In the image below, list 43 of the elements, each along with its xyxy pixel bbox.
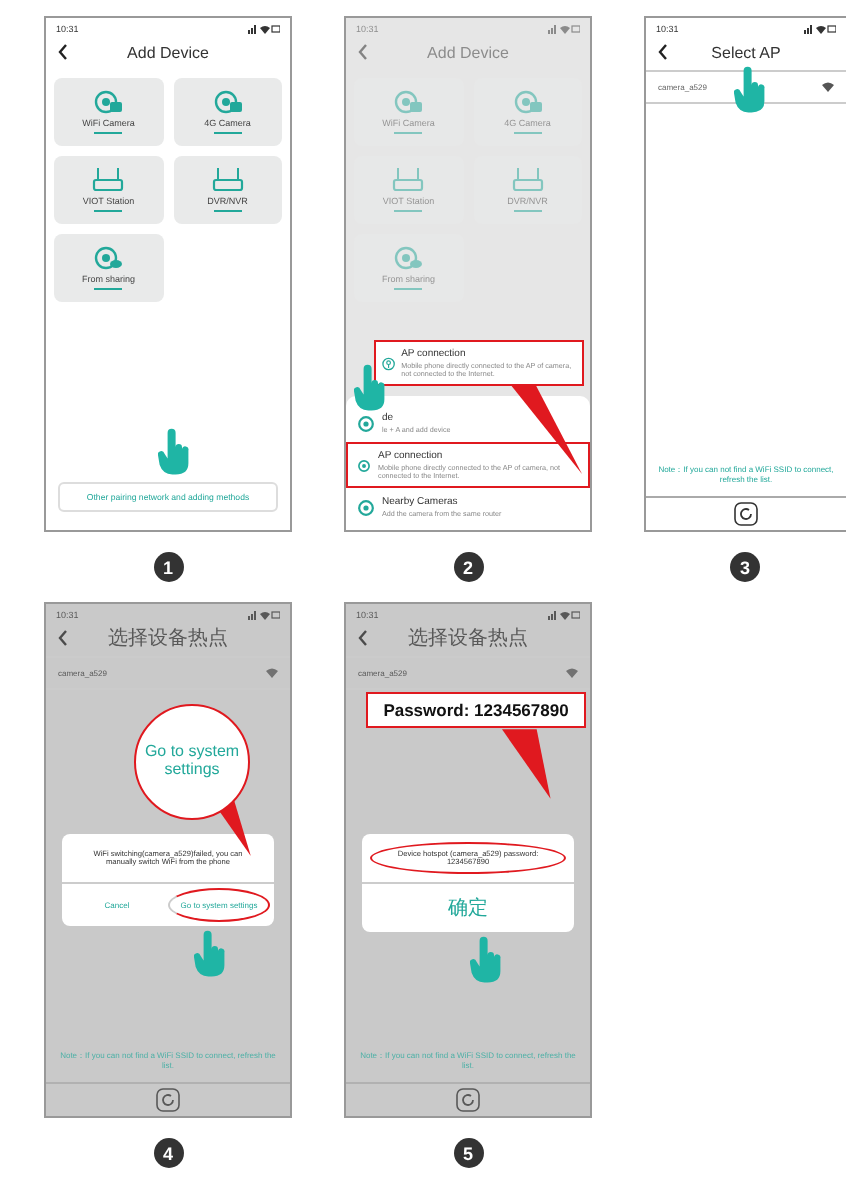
- back-icon[interactable]: [58, 44, 68, 60]
- step-number: 5: [453, 1138, 483, 1168]
- pointing-hand-icon: [158, 428, 190, 476]
- screen-title: 选择设备热点: [408, 625, 528, 652]
- camera-icon: [213, 90, 242, 114]
- router-icon: [392, 168, 425, 192]
- pointing-hand-icon: [470, 936, 502, 984]
- camera-icon: [94, 90, 123, 114]
- status-icons: [248, 24, 280, 34]
- screen-title: 选择设备热点: [108, 625, 228, 652]
- status-icons: [804, 24, 836, 34]
- screen-title: Add Device: [427, 43, 509, 61]
- pointing-hand-icon: [734, 66, 766, 114]
- wifi-icon: [822, 82, 834, 92]
- pointing-hand-icon: [354, 364, 386, 412]
- callout: Go to system settings: [134, 704, 250, 820]
- router-icon: [511, 168, 544, 192]
- camera-icon: [394, 90, 423, 114]
- router-icon: [92, 168, 125, 192]
- wifi-icon: [566, 668, 578, 678]
- refresh-icon[interactable]: [734, 502, 758, 526]
- step-number: 1: [153, 552, 183, 582]
- option-icon: [358, 499, 374, 515]
- step-number: 4: [153, 1138, 183, 1168]
- share-camera-icon: [394, 246, 423, 270]
- status-icons: [548, 610, 580, 620]
- camera-icon: [513, 90, 542, 114]
- callout: Password: 1234567890: [366, 692, 586, 728]
- screen-title: Add Device: [127, 43, 209, 61]
- dialog-button[interactable]: 确定: [366, 888, 570, 928]
- option-icon: [358, 457, 371, 473]
- pointing-hand-icon: [194, 930, 226, 978]
- back-icon[interactable]: [658, 44, 668, 60]
- router-icon: [211, 168, 244, 192]
- step-number: 2: [453, 552, 483, 582]
- wifi-icon: [266, 668, 278, 678]
- screen-title: Select AP: [711, 43, 781, 61]
- status-icons: [248, 610, 280, 620]
- status-icons: [548, 24, 580, 34]
- option-icon: [358, 415, 374, 431]
- step-number: 3: [730, 552, 760, 582]
- key-icon: [382, 353, 396, 373]
- share-camera-icon: [94, 246, 123, 270]
